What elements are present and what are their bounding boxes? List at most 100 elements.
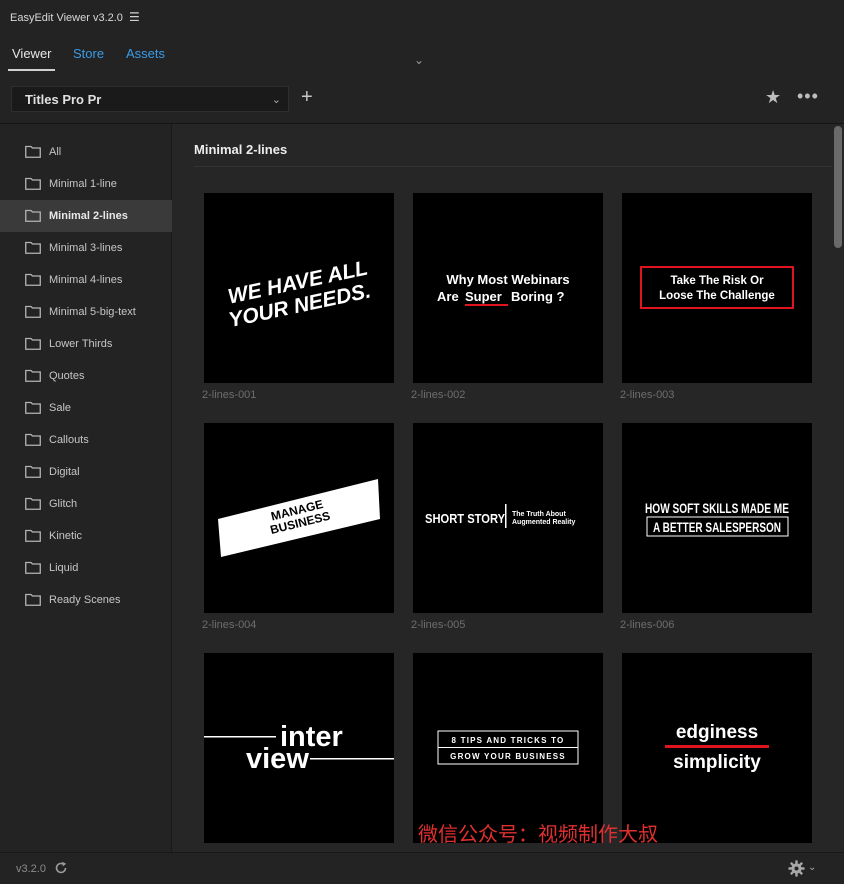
more-icon[interactable]: ••• (797, 86, 819, 107)
thumb-text: Why Most Webinars (446, 272, 569, 287)
folder-icon (25, 561, 41, 574)
star-icon[interactable]: ★ (765, 87, 781, 108)
refresh-icon[interactable] (54, 861, 68, 875)
thumb-text: The Truth About (512, 511, 566, 518)
rule-line (204, 736, 276, 738)
folder-icon (25, 337, 41, 350)
rule-line (310, 758, 394, 760)
sidebar-item[interactable]: Digital (0, 456, 172, 488)
pack-select[interactable]: Titles Pro Pr ⌄ (11, 86, 289, 112)
chevron-down-icon[interactable]: ⌄ (808, 862, 816, 873)
thumb-text: Super (465, 289, 502, 304)
sidebar-item[interactable]: Liquid (0, 552, 172, 584)
footer-bar: v3.2.0 ⌄ (0, 852, 844, 884)
sidebar-item[interactable]: Minimal 3-lines (0, 232, 172, 264)
thumb-text: GROW YOUR BUSINESS (450, 752, 566, 761)
folder-icon (25, 177, 41, 190)
title-bar: EasyEdit Viewer v3.2.0 ☰ (0, 0, 844, 36)
sidebar-item-label: All (49, 146, 62, 158)
sidebar-item-label: Glitch (49, 498, 78, 510)
template-thumbnail[interactable]: WE HAVE ALL YOUR NEEDS. (204, 193, 394, 383)
thumb-text: Take The Risk Or (670, 275, 764, 287)
sidebar-item-label: Ready Scenes (49, 594, 121, 606)
menu-icon[interactable]: ☰ (129, 10, 140, 24)
tab-viewer[interactable]: Viewer (12, 46, 52, 61)
template-thumbnail[interactable]: Take The Risk Or Loose The Challenge (622, 193, 812, 383)
chevron-down-icon: ⌄ (271, 94, 281, 106)
sidebar-item-label: Sale (49, 402, 72, 414)
sidebar-item[interactable]: Sale (0, 392, 172, 424)
template-thumbnail[interactable]: Why Most Webinars Are Super Boring ? (413, 193, 603, 383)
gear-icon[interactable] (788, 860, 805, 877)
sidebar-item-label: Digital (49, 466, 80, 478)
tab-bar: Viewer Store Assets ⌄ (0, 36, 844, 76)
content-scrollbar[interactable] (832, 124, 844, 852)
sidebar-item-label: Minimal 3-lines (49, 242, 123, 254)
template-thumbnail[interactable]: SHORT STORY The Truth About Augmented Re… (413, 423, 603, 613)
sidebar-item-label: Minimal 1-line (49, 178, 117, 190)
sidebar-item[interactable]: Kinetic (0, 520, 172, 552)
red-divider (665, 745, 769, 748)
sidebar-item[interactable]: Callouts (0, 424, 172, 456)
sidebar-item[interactable]: Minimal 2-lines (0, 200, 172, 232)
watermark-text: 微信公众号：视频制作大叔 (418, 824, 658, 846)
content-panel: Minimal 2-lines WE HAVE ALL YOUR NEEDS. … (172, 124, 844, 852)
template-caption: 2-lines-001 (202, 389, 257, 401)
template-thumbnail[interactable]: inter view (204, 653, 394, 843)
sidebar-item-label: Minimal 2-lines (49, 210, 128, 222)
tab-assets[interactable]: Assets (126, 46, 165, 61)
folder-icon (25, 305, 41, 318)
chevron-down-icon[interactable]: ⌄ (414, 53, 424, 67)
sidebar-item[interactable]: Glitch (0, 488, 172, 520)
folder-icon (25, 529, 41, 542)
sidebar-item[interactable]: Ready Scenes (0, 584, 172, 616)
thumb-text: A BETTER SALESPERSON (653, 519, 781, 535)
pack-select-value: Titles Pro Pr (25, 92, 102, 107)
category-sidebar: All Minimal 1-line Minimal 2-lines Minimal … (0, 124, 172, 852)
active-tab-indicator (8, 69, 55, 71)
thumb-text: Loose The Challenge (659, 290, 775, 302)
thumb-text: SHORT STORY (425, 511, 505, 526)
sidebar-item[interactable]: Minimal 5-big-text (0, 296, 172, 328)
folder-icon (25, 465, 41, 478)
version-label: v3.2.0 (16, 863, 46, 875)
plus-icon[interactable]: + (301, 85, 313, 109)
template-caption: 2-lines-002 (411, 389, 466, 401)
folder-icon (25, 593, 41, 606)
thumb-text: edginess (676, 722, 758, 743)
template-thumbnail[interactable]: 8 TIPS AND TRICKS TO GROW YOUR BUSINESS (413, 653, 603, 843)
template-thumbnail[interactable]: edginess simplicity (622, 653, 812, 843)
divider-line (505, 504, 507, 528)
template-caption: 2-lines-003 (620, 389, 675, 401)
template-caption: 2-lines-005 (411, 619, 466, 631)
thumb-text: 8 TIPS AND TRICKS TO (452, 736, 565, 745)
folder-icon (25, 145, 41, 158)
thumb-text: Boring ? (511, 289, 564, 304)
tab-store[interactable]: Store (73, 46, 104, 61)
sidebar-item-label: Quotes (49, 370, 85, 382)
folder-icon (25, 209, 41, 222)
sidebar-item[interactable]: Minimal 4-lines (0, 264, 172, 296)
sidebar-item-label: Lower Thirds (49, 338, 113, 350)
thumb-text: simplicity (673, 752, 761, 773)
sidebar-item-label: Callouts (49, 434, 89, 446)
scrollbar-thumb[interactable] (834, 126, 842, 248)
sidebar-item[interactable]: Minimal 1-line (0, 168, 172, 200)
sidebar-item[interactable]: Lower Thirds (0, 328, 172, 360)
template-thumbnail[interactable]: MANAGE BUSINESS (204, 423, 394, 613)
folder-icon (25, 241, 41, 254)
sidebar-item-label: Liquid (49, 562, 79, 574)
divider (194, 166, 832, 167)
sidebar-item[interactable]: Quotes (0, 360, 172, 392)
toolbar: Titles Pro Pr ⌄ + ★ ••• (0, 84, 844, 114)
folder-icon (25, 401, 41, 414)
app-title: EasyEdit Viewer v3.2.0 (10, 12, 123, 24)
template-thumbnail[interactable]: HOW SOFT SKILLS MADE ME A BETTER SALESPE… (622, 423, 812, 613)
template-caption: 2-lines-006 (620, 619, 675, 631)
sidebar-item[interactable]: All (0, 136, 172, 168)
folder-icon (25, 433, 41, 446)
sidebar-item-label: Minimal 4-lines (49, 274, 123, 286)
thumb-text: HOW SOFT SKILLS MADE ME (645, 500, 789, 516)
sidebar-item-label: Kinetic (49, 530, 83, 542)
sidebar-item-label: Minimal 5-big-text (49, 306, 136, 318)
